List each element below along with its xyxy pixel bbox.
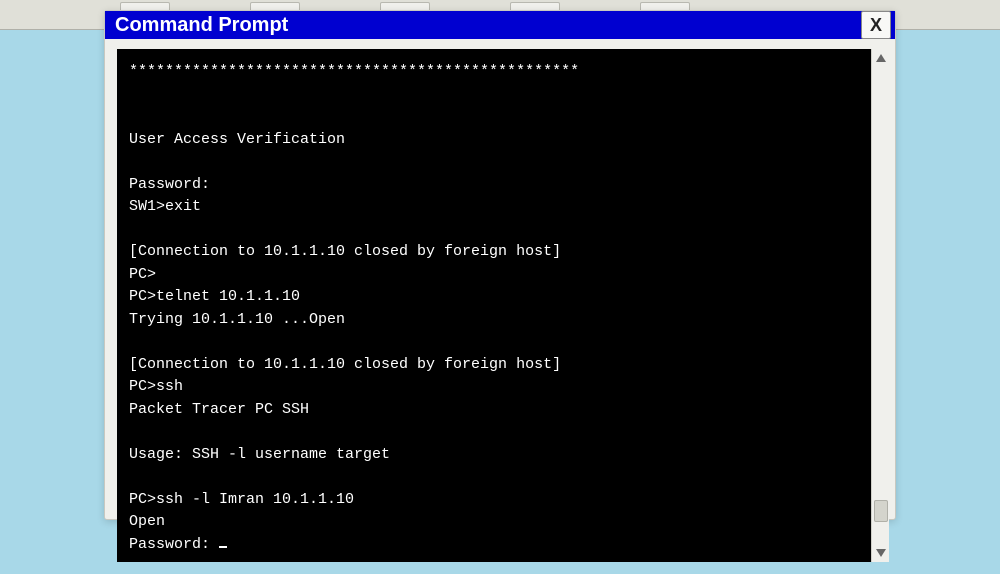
scroll-track[interactable] <box>872 67 889 544</box>
terminal-container: ****************************************… <box>105 39 895 574</box>
terminal-output[interactable]: ****************************************… <box>117 49 871 562</box>
close-button[interactable]: X <box>861 11 891 39</box>
scroll-up-arrow-icon[interactable] <box>873 49 889 67</box>
command-prompt-window: Command Prompt X ***********************… <box>104 10 896 520</box>
scroll-thumb[interactable] <box>874 500 888 522</box>
titlebar[interactable]: Command Prompt X <box>105 11 895 39</box>
scrollbar[interactable] <box>871 49 889 562</box>
close-icon: X <box>870 15 882 36</box>
window-title: Command Prompt <box>115 14 288 37</box>
scroll-down-arrow-icon[interactable] <box>873 544 889 562</box>
